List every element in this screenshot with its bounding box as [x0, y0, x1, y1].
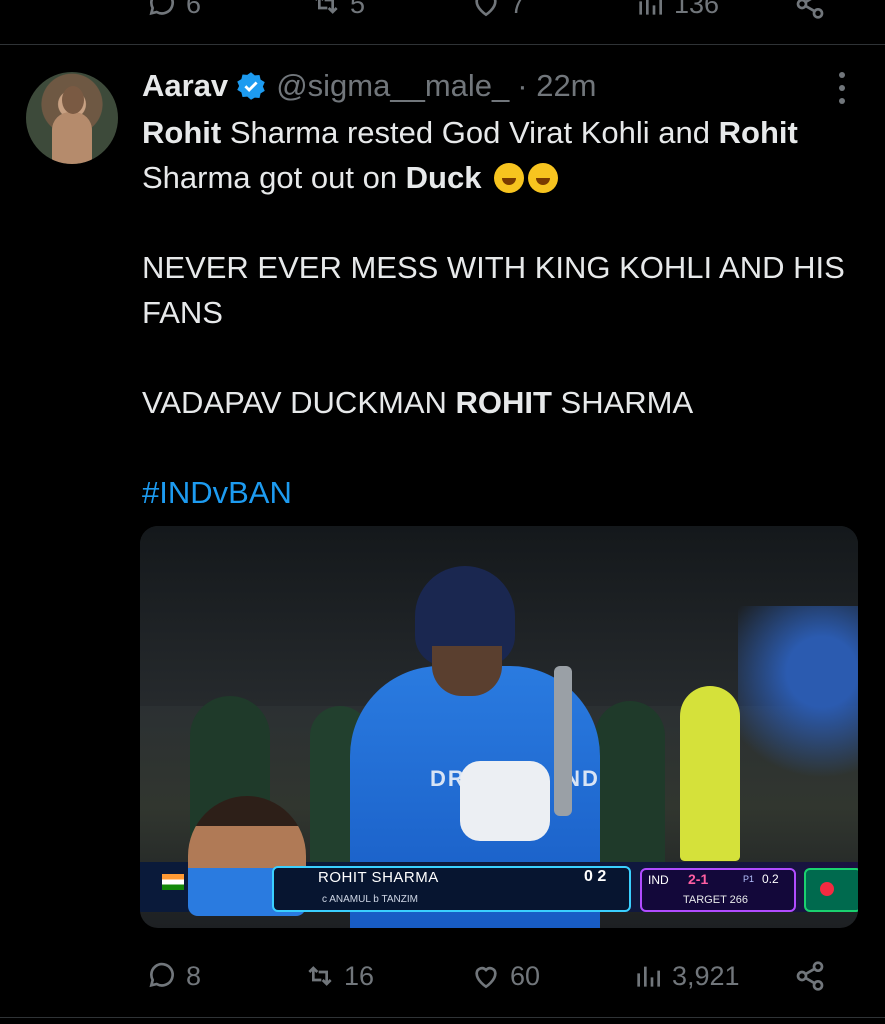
text-paragraph-2: NEVER EVER MESS WITH KING KOHLI AND HIS …	[142, 250, 845, 330]
scoreboard-dismissal: c ANAMUL b TANZIM	[322, 894, 418, 905]
prev-reply-button[interactable]: 6	[146, 0, 201, 28]
previous-tweet-actions: 6 5 7 136	[0, 0, 885, 20]
tweet-media-image[interactable]: DREAM11 IND ROHIT SHARMA c ANAMUL b TANZ…	[140, 526, 858, 928]
text-line1: Sharma rested God Virat Kohli and	[221, 115, 719, 150]
bottom-divider	[0, 1017, 885, 1018]
user-handle[interactable]: @sigma__male_	[276, 68, 509, 104]
scoreboard-runs: 0 2	[584, 868, 607, 885]
verified-badge-icon	[237, 72, 265, 100]
display-name[interactable]: Aarav	[142, 68, 228, 104]
scoreboard-batsman: ROHIT SHARMA	[318, 869, 439, 886]
text-rohit-3: ROHIT	[455, 385, 552, 420]
scoreboard-innings: P1	[743, 874, 755, 884]
prev-view-count: 136	[674, 0, 720, 19]
text-vadapav: VADAPAV DUCKMAN	[142, 385, 456, 420]
retweet-button[interactable]: 16	[304, 952, 374, 1000]
views-button[interactable]: 3,921	[632, 952, 740, 1000]
batsman-face	[432, 646, 502, 696]
prev-retweet-count: 5	[350, 0, 366, 19]
prev-like-count: 7	[510, 0, 526, 19]
laughing-emoji-icon	[494, 163, 525, 193]
prev-share-button[interactable]	[794, 0, 826, 28]
bangladesh-player	[595, 701, 665, 871]
prev-like-button[interactable]: 7	[470, 0, 525, 28]
share-button[interactable]	[794, 952, 826, 1000]
india-flag-icon	[162, 874, 184, 890]
views-icon	[639, 0, 662, 15]
text-rohit-1: Rohit	[142, 115, 222, 150]
reply-icon	[149, 962, 174, 988]
laughing-emoji-icon	[528, 163, 559, 193]
cricket-bat	[554, 666, 572, 816]
prev-views-button[interactable]: 136	[634, 0, 719, 28]
reply-icon	[149, 0, 174, 16]
tweet-text: Rohit Sharma rested God Virat Kohli and …	[142, 110, 872, 515]
text-line2: Sharma got out on	[142, 160, 406, 195]
text-sharma: SHARMA	[551, 385, 694, 420]
like-count: 60	[510, 960, 541, 991]
share-icon	[796, 0, 824, 19]
text-duck: Duck	[405, 160, 482, 195]
prev-retweet-button[interactable]: 5	[310, 0, 365, 28]
retweet-icon	[315, 0, 338, 14]
tweet-divider	[0, 44, 885, 45]
stadium-light	[738, 606, 858, 826]
scoreboard-overs: 0.2	[762, 872, 779, 886]
heart-icon	[475, 0, 497, 17]
heart-icon	[475, 966, 497, 989]
share-icon	[796, 961, 824, 991]
view-count: 3,921	[672, 960, 740, 991]
like-button[interactable]: 60	[470, 952, 540, 1000]
scoreboard-target: TARGET 266	[683, 894, 749, 906]
text-rohit-2: Rohit	[718, 115, 798, 150]
hashtag-link[interactable]: #INDvBAN	[142, 475, 292, 510]
scoreboard-team-score: 2-1	[688, 871, 709, 887]
avatar[interactable]	[26, 72, 118, 164]
timestamp[interactable]: · 22m	[517, 68, 596, 104]
tweet-actions: 8 16 60 3,921	[0, 952, 885, 1000]
umpire-figure	[680, 686, 740, 861]
scoreboard-team: IND	[648, 873, 669, 887]
reply-button[interactable]: 8	[146, 952, 201, 1000]
retweet-icon	[308, 966, 332, 986]
reply-count: 8	[186, 960, 202, 991]
tweet-header: Aarav @sigma__male_ · 22m	[142, 66, 597, 106]
prev-reply-count: 6	[186, 0, 202, 19]
batting-gloves	[460, 761, 550, 841]
avatar-head	[62, 86, 84, 114]
more-options-icon[interactable]	[837, 72, 847, 104]
views-icon	[637, 966, 660, 987]
retweet-count: 16	[344, 960, 375, 991]
avatar-figure	[52, 112, 92, 164]
bangladesh-flag-icon	[804, 868, 858, 912]
